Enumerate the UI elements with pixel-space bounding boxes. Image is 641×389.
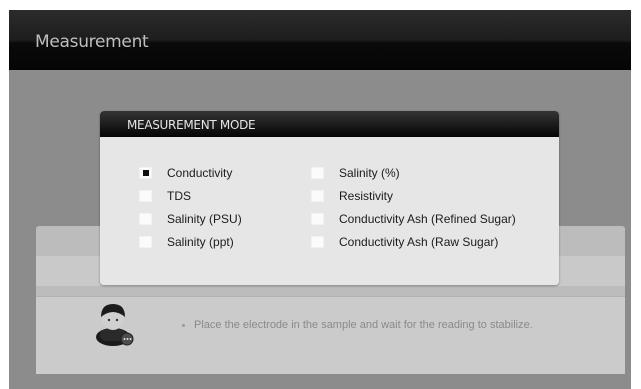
checkbox-conductivity[interactable] [139,167,152,179]
measurement-mode-dialog: MEASUREMENT MODE Conductivity TDS Salini… [100,111,559,285]
checkbox-conductivity-ash-raw[interactable] [311,236,324,248]
option-tds[interactable]: TDS [139,188,191,204]
app-title: Measurement [35,32,149,52]
option-conductivity[interactable]: Conductivity [139,165,232,181]
option-resistivity[interactable]: Resistivity [311,188,393,204]
checkbox-salinity-percent[interactable] [311,167,324,179]
option-label: Salinity (PSU) [167,212,242,226]
option-salinity-psu[interactable]: Salinity (PSU) [139,211,242,227]
checkbox-conductivity-ash-refined[interactable] [311,213,324,225]
dialog-title: MEASUREMENT MODE [100,111,559,137]
dialog-body: Conductivity TDS Salinity (PSU) Salinity… [100,137,559,285]
option-label: Salinity (ppt) [167,235,234,249]
option-salinity-percent[interactable]: Salinity (%) [311,165,400,181]
checkbox-tds[interactable] [139,190,152,202]
bullet-dot-icon [182,323,185,327]
title-bar: Measurement [9,10,631,70]
status-text: Place the electrode in the sample and wa… [194,319,533,331]
status-message: Place the electrode in the sample and wa… [182,319,533,331]
option-label: Resistivity [339,189,394,203]
checkbox-salinity-ppt[interactable] [139,236,152,248]
operator-avatar-icon [96,304,134,346]
option-conductivity-ash-raw[interactable]: Conductivity Ash (Raw Sugar) [311,234,498,250]
option-conductivity-ash-refined[interactable]: Conductivity Ash (Refined Sugar) [311,211,516,227]
option-label: Conductivity [167,166,233,180]
option-label: Conductivity Ash (Refined Sugar) [339,212,516,226]
option-label: TDS [167,189,191,203]
checkbox-resistivity[interactable] [311,190,324,202]
option-label: Conductivity Ash (Raw Sugar) [339,235,499,249]
option-salinity-ppt[interactable]: Salinity (ppt) [139,234,234,250]
checkbox-salinity-psu[interactable] [139,213,152,225]
option-label: Salinity (%) [339,166,400,180]
